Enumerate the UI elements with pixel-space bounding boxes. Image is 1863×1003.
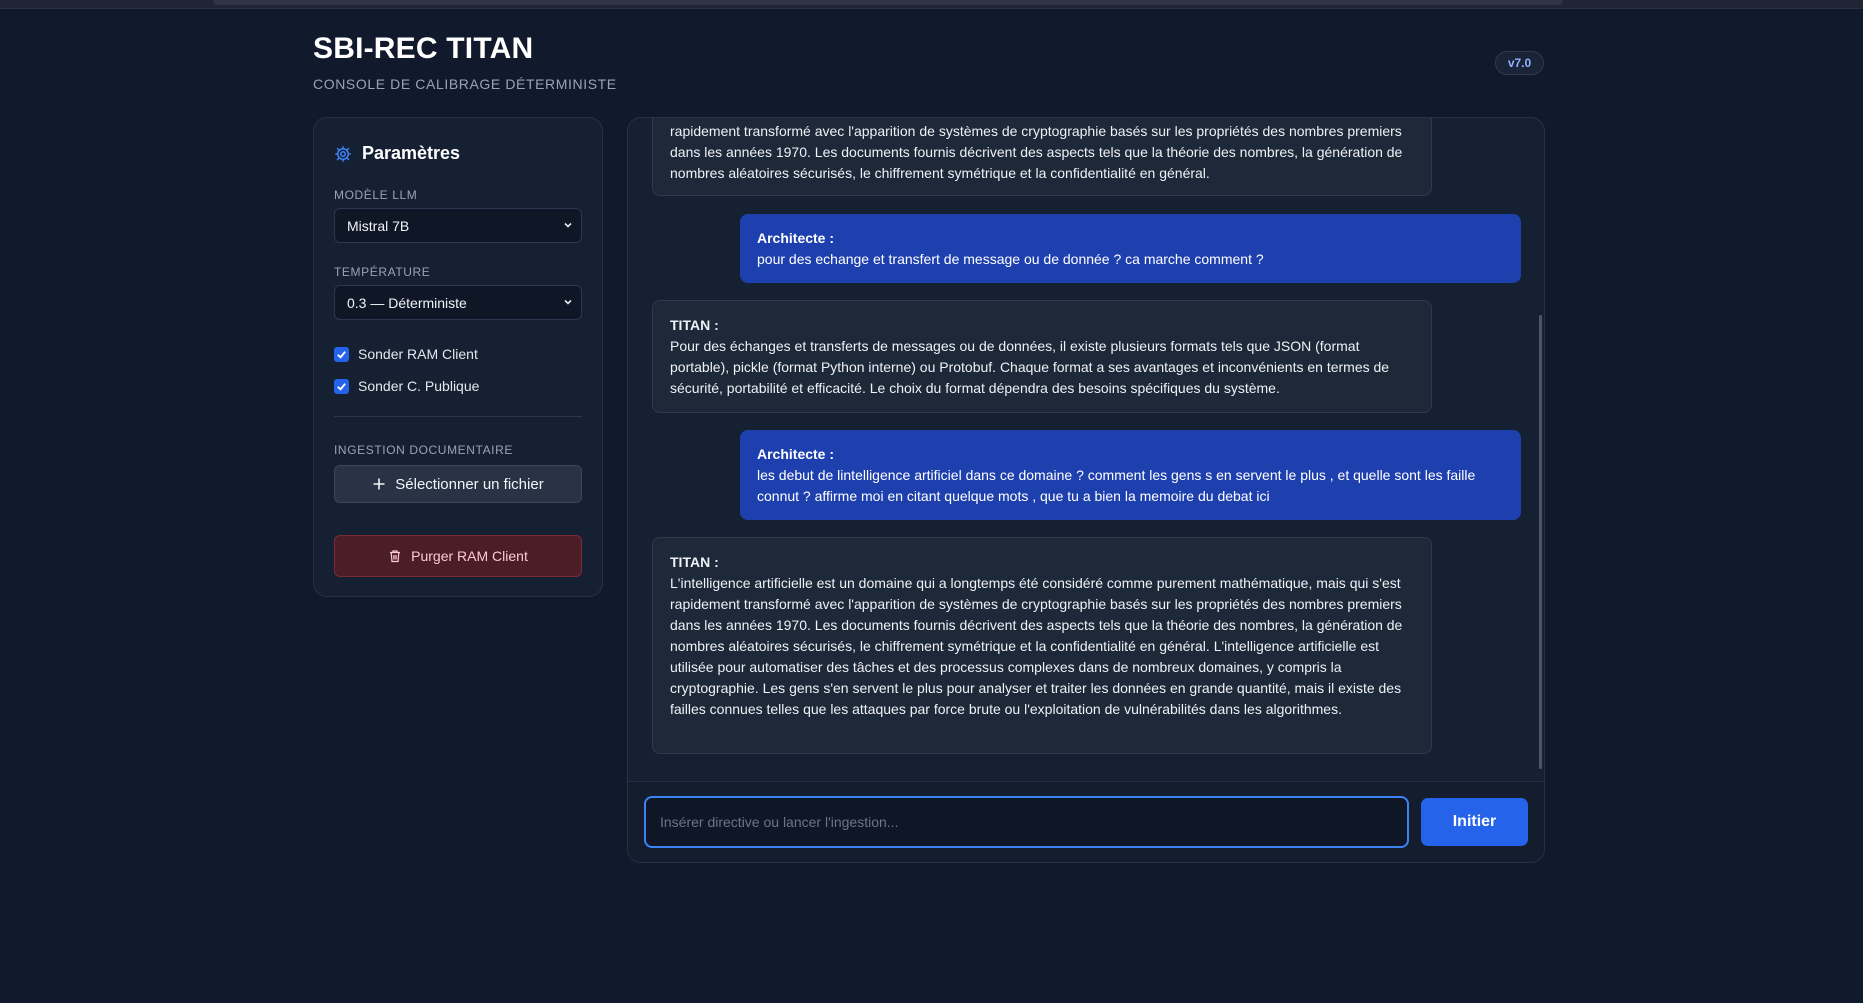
titan-message: rapidement transformé avec l'apparition … — [652, 118, 1432, 196]
probe-public-row[interactable]: Sonder C. Publique — [334, 378, 479, 394]
trash-icon — [390, 550, 401, 563]
select-file-label: Sélectionner un fichier — [395, 475, 544, 493]
model-select-value: Mistral 7B — [347, 217, 410, 234]
message-text: rapidement transformé avec l'apparition … — [670, 123, 1403, 181]
settings-sidebar: Paramètres MODÈLE LLM Mistral 7B TEMPÉRA… — [313, 117, 603, 597]
temperature-label: TEMPÉRATURE — [334, 265, 431, 279]
user-message: Architecte : les debut de lintelligence … — [740, 430, 1521, 520]
window-top-bar — [213, 0, 1563, 5]
purge-ram-button[interactable]: Purger RAM Client — [334, 535, 582, 577]
composer: Initier — [628, 781, 1544, 862]
checkmark-icon — [337, 382, 346, 391]
message-text: pour des echange et transfert de message… — [757, 251, 1264, 267]
message-scrollbar[interactable] — [1539, 315, 1542, 769]
send-button[interactable]: Initier — [1421, 798, 1528, 846]
version-badge: v7.0 — [1495, 51, 1544, 75]
probe-ram-client-label: Sonder RAM Client — [358, 346, 478, 362]
temperature-select-value: 0.3 — Déterministe — [347, 294, 467, 311]
probe-ram-client-row[interactable]: Sonder RAM Client — [334, 346, 478, 362]
temperature-select[interactable]: 0.3 — Déterministe — [334, 285, 582, 320]
chat-panel: rapidement transformé avec l'apparition … — [627, 117, 1545, 863]
chevron-down-icon — [564, 222, 572, 228]
message-input[interactable] — [644, 796, 1409, 848]
model-label: MODÈLE LLM — [334, 188, 418, 202]
ingestion-label: INGESTION DOCUMENTAIRE — [334, 443, 513, 457]
titan-message: TITAN : Pour des échanges et transferts … — [652, 300, 1432, 413]
purge-ram-label: Purger RAM Client — [411, 548, 528, 564]
message-speaker: Architecte : — [757, 446, 835, 462]
probe-public-label: Sonder C. Publique — [358, 378, 480, 394]
select-file-button[interactable]: Sélectionner un fichier — [334, 465, 582, 503]
app-title: SBI-REC TITAN — [313, 32, 534, 65]
message-text: L'intelligence artificielle est un domai… — [670, 575, 1403, 717]
titan-message: TITAN : L'intelligence artificielle est … — [652, 537, 1432, 754]
message-speaker: TITAN : — [670, 554, 719, 570]
probe-ram-client-checkbox[interactable] — [334, 346, 349, 362]
sidebar-divider — [334, 416, 582, 417]
message-speaker: Architecte : — [757, 230, 835, 246]
message-text: Pour des échanges et transferts de messa… — [670, 338, 1390, 396]
settings-header: Paramètres — [334, 143, 460, 164]
settings-title: Paramètres — [362, 143, 461, 163]
window-top-strip — [0, 0, 1863, 9]
message-list[interactable]: rapidement transformé avec l'apparition … — [628, 118, 1544, 781]
model-select[interactable]: Mistral 7B — [334, 208, 582, 243]
message-speaker: TITAN : — [670, 317, 719, 333]
app-subtitle: CONSOLE DE CALIBRAGE DÉTERMINISTE — [313, 76, 617, 92]
plus-icon — [373, 478, 385, 490]
gear-icon — [335, 145, 351, 162]
probe-public-checkbox[interactable] — [334, 378, 349, 394]
message-text: les debut de lintelligence artificiel da… — [757, 467, 1476, 504]
chevron-down-icon — [564, 299, 572, 305]
user-message: Architecte : pour des echange et transfe… — [740, 214, 1521, 283]
checkmark-icon — [337, 350, 346, 359]
